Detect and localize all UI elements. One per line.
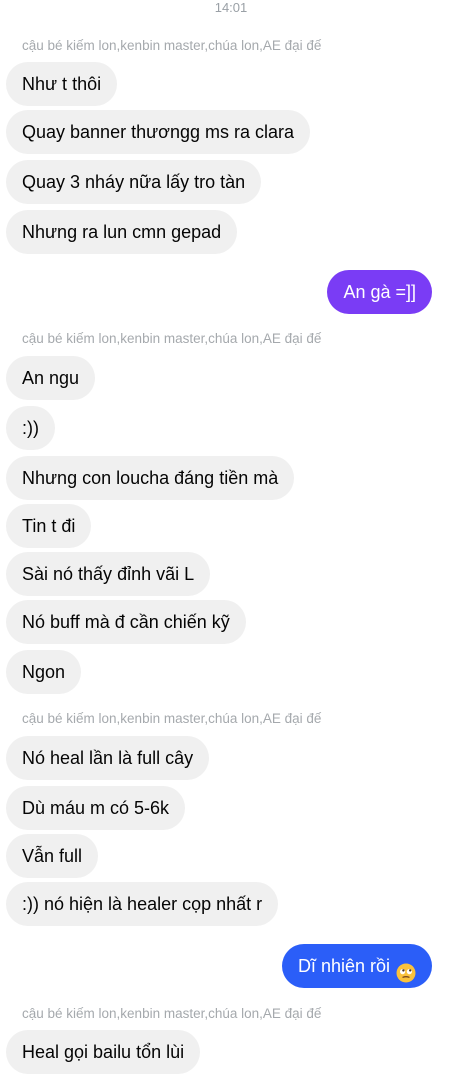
incoming-message[interactable]: Dù máu m có 5-6k [6,786,186,830]
outgoing-message[interactable]: Dĩ nhiên rồi [281,944,432,988]
incoming-message[interactable]: Quay banner thươngg ms ra clara [6,110,310,154]
incoming-message[interactable]: :)) nó hiện là healer cọp nhất r [6,882,279,926]
incoming-message[interactable]: Nhưng ra lun cmn gepad [6,210,238,254]
rolling-eyes-emoji-icon [396,955,416,983]
incoming-message[interactable]: Ngon [6,650,82,694]
incoming-message[interactable]: Nó buff mà đ cần chiến kỹ [6,600,246,644]
sender-name: cậu bé kiếm lon,kenbin master,chúa lon,A… [22,1006,322,1021]
chat-thread[interactable]: 14:01 cậu bé kiếm lon,kenbin master,chúa… [0,0,462,1080]
outgoing-message[interactable]: An gà =]] [327,270,432,314]
incoming-message[interactable]: Tin t đi [6,504,92,548]
incoming-message[interactable]: Heal gọi bailu tổn lùi [6,1030,201,1074]
incoming-message[interactable]: :)) [6,406,55,450]
incoming-message[interactable]: An ngu [6,356,96,400]
incoming-message[interactable]: Quay 3 nháy nữa lấy tro tàn [6,160,262,204]
incoming-message[interactable]: Vẫn full [6,834,99,878]
sender-name: cậu bé kiếm lon,kenbin master,chúa lon,A… [22,711,322,726]
incoming-message[interactable]: Nhưng con loucha đáng tiền mà [6,456,295,500]
incoming-message[interactable]: Như t thôi [6,62,118,106]
sender-name: cậu bé kiếm lon,kenbin master,chúa lon,A… [22,331,322,346]
sender-name: cậu bé kiếm lon,kenbin master,chúa lon,A… [22,38,322,53]
incoming-message[interactable]: Sài nó thấy đỉnh vãi L [6,552,211,596]
incoming-message[interactable]: Nó heal lần là full cây [6,736,210,780]
message-timestamp: 14:01 [214,0,248,15]
outgoing-message-text: Dĩ nhiên rồi [297,956,390,976]
